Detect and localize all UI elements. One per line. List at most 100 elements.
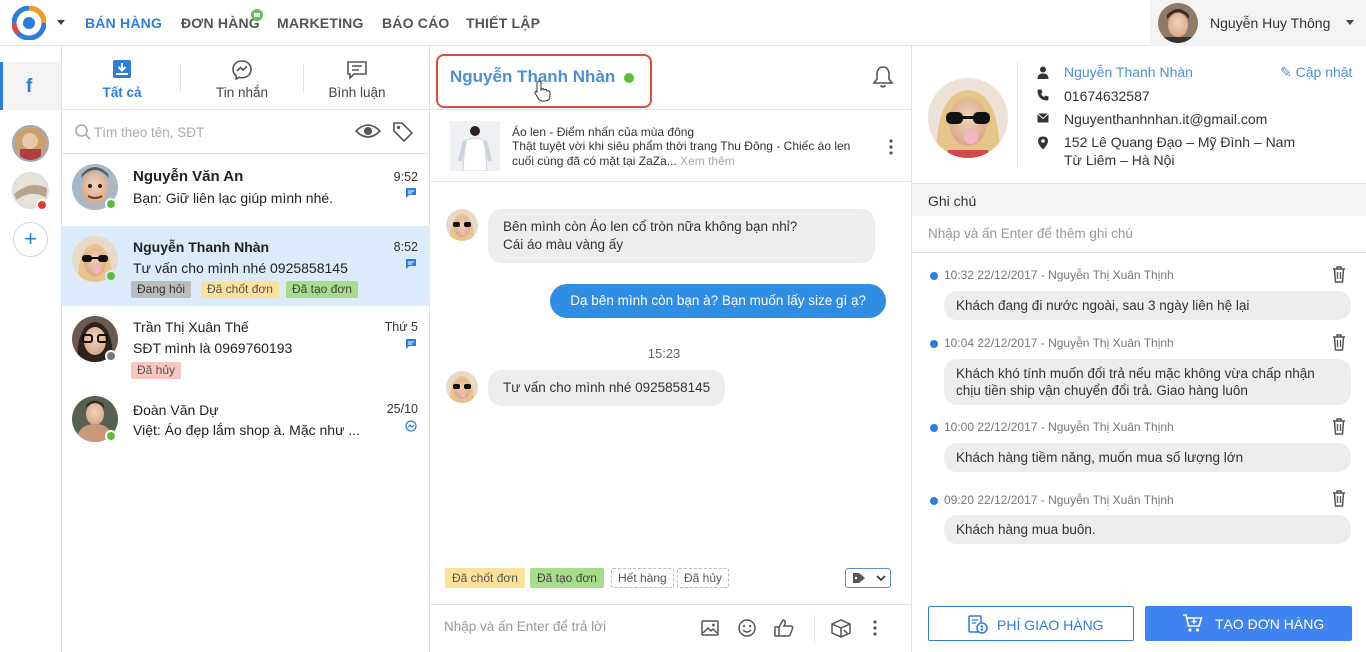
- quick-tag-da-tao-don[interactable]: Đã tạo đơn: [530, 568, 604, 588]
- inbox-icon: [113, 60, 131, 78]
- tag-dang-hoi: Đang hỏi: [131, 281, 192, 298]
- facebook-channel-tab[interactable]: f: [0, 62, 61, 110]
- conversation-time: Thứ 5: [384, 320, 418, 334]
- nav-don-hang[interactable]: ĐƠN HÀNG: [181, 15, 260, 31]
- tab-messages[interactable]: Tin nhắn: [182, 46, 302, 110]
- message-text: Tư vấn cho mình nhé 0925858145: [503, 380, 711, 395]
- product-image: [450, 121, 500, 171]
- update-customer-button[interactable]: ✎ Cập nhật: [1280, 64, 1352, 81]
- user-menu[interactable]: Nguyễn Huy Thông: [1150, 0, 1366, 46]
- user-avatar: [1158, 3, 1198, 43]
- note-input[interactable]: [928, 226, 1348, 241]
- quick-tag-het-hang[interactable]: Hết hàng: [611, 568, 674, 588]
- chat-time-divider: 15:23: [647, 346, 681, 361]
- customer-address-line-1: 152 Lê Quang Đạo – Mỹ Đình – Nam: [1064, 134, 1296, 150]
- search-input[interactable]: [94, 122, 344, 142]
- trash-icon[interactable]: [1330, 489, 1348, 507]
- person-icon: [1037, 66, 1049, 79]
- chat-panel: Nguyễn Thanh Nhàn Áo len - Điểm nhấn của…: [430, 46, 912, 652]
- trash-icon[interactable]: [1330, 417, 1348, 435]
- app-menu-caret-icon[interactable]: [57, 20, 65, 25]
- more-options-icon[interactable]: [872, 618, 878, 638]
- trash-icon[interactable]: [1330, 265, 1348, 283]
- messenger-icon: [232, 60, 252, 81]
- conversation-item[interactable]: Đoàn Văn Dự Việt: Áo đẹp lắm shop à. Mặc…: [62, 392, 430, 456]
- conversation-tabs: Tất cả Tin nhắn Bình luận: [62, 46, 430, 110]
- shipping-fee-label: PHÍ GIAO HÀNG: [997, 617, 1104, 633]
- online-status-dot: [624, 73, 634, 83]
- note-text: Khách hàng tiềm năng, muốn mua số lượng …: [944, 443, 1351, 472]
- conversation-name: Nguyễn Thanh Nhàn: [133, 239, 270, 255]
- eye-icon[interactable]: [355, 122, 381, 140]
- comment-icon: [347, 61, 367, 80]
- quick-tag-da-chot-don[interactable]: Đã chốt đơn: [445, 568, 525, 588]
- customer-name[interactable]: Nguyễn Thanh Nhàn: [1064, 64, 1193, 80]
- product-card[interactable]: Áo len - Điểm nhấn của mùa đông Thật tuy…: [430, 110, 912, 182]
- tag-filter-icon[interactable]: [392, 121, 414, 143]
- customer-phone: 01674632587: [1064, 88, 1150, 104]
- nav-bao-cao[interactable]: BÁO CÁO: [382, 15, 450, 31]
- update-label: Cập nhật: [1295, 64, 1353, 80]
- app-logo[interactable]: [12, 6, 46, 40]
- channel-rail: f +: [0, 46, 62, 652]
- product-description: Thật tuyệt vời khi siêu phẩm thời trang …: [512, 139, 852, 169]
- nav-marketing[interactable]: MARKETING: [277, 15, 364, 31]
- create-order-button[interactable]: TẠO ĐƠN HÀNG: [1145, 606, 1352, 641]
- nav-ban-hang[interactable]: BÁN HÀNG: [85, 15, 162, 31]
- note-text: Khách đang đi nước ngoài, sau 3 ngày liê…: [944, 291, 1351, 320]
- conversation-item[interactable]: Nguyễn Văn An Bạn: Giữ liên lạc giúp mìn…: [62, 154, 430, 234]
- conversation-time: 8:52: [393, 240, 418, 254]
- notes-header: Ghi chú: [912, 183, 1366, 216]
- bell-icon[interactable]: [872, 65, 894, 89]
- messenger-icon: [405, 420, 417, 432]
- page-notification-dot: [36, 199, 48, 211]
- chat-title-highlight[interactable]: Nguyễn Thanh Nhàn: [436, 54, 652, 108]
- nav-thiet-lap[interactable]: THIẾT LẬP: [466, 15, 540, 31]
- conversation-tags: Đã hủy: [131, 362, 231, 379]
- customer-email: Nguyenthanhnhan.it@gmail.com: [1064, 111, 1268, 127]
- product-title: Áo len - Điểm nhấn của mùa đông: [512, 125, 695, 139]
- shipping-fee-button[interactable]: PHÍ GIAO HÀNG: [928, 606, 1134, 641]
- online-status-dot: [105, 198, 117, 210]
- tag-da-huy: Đã hủy: [131, 362, 182, 379]
- customer-message-bubble: Tư vấn cho mình nhé 0925858145: [488, 370, 726, 406]
- tab-all[interactable]: Tất cả: [62, 46, 182, 110]
- note-meta: 09:20 22/12/2017 - Nguyễn Thị Xuân Thịnh: [944, 493, 1174, 507]
- facebook-icon: f: [26, 76, 33, 97]
- tab-messages-label: Tin nhắn: [215, 85, 269, 100]
- add-page-button[interactable]: +: [13, 222, 48, 257]
- order-notification-badge: [251, 9, 263, 21]
- like-icon[interactable]: [773, 618, 795, 638]
- see-more-link[interactable]: Xem thêm: [680, 154, 735, 168]
- user-menu-caret-icon[interactable]: [1346, 20, 1354, 25]
- note-meta: 10:00 22/12/2017 - Nguyễn Thị Xuân Thịnh: [944, 420, 1174, 434]
- more-options-icon[interactable]: [888, 138, 894, 156]
- conversation-name: Trần Thị Xuân Thế: [133, 319, 249, 335]
- location-pin-icon: [1038, 136, 1048, 150]
- offline-status-dot: [105, 350, 117, 362]
- emoji-icon[interactable]: [737, 618, 757, 638]
- page-avatar-1[interactable]: [12, 125, 49, 162]
- chat-customer-name[interactable]: Nguyễn Thanh Nhàn: [450, 67, 615, 87]
- quick-tag-da-huy[interactable]: Đã hủy: [677, 568, 730, 588]
- online-status-dot: [105, 270, 117, 282]
- pencil-icon: ✎: [1280, 64, 1292, 80]
- reply-input[interactable]: [444, 619, 684, 634]
- conversation-preview: Tư vấn cho mình nhé 0925858145: [133, 260, 348, 276]
- tag-picker-dropdown[interactable]: [845, 568, 891, 588]
- message-icon: [406, 259, 416, 269]
- conversation-name: Nguyễn Văn An: [133, 168, 244, 185]
- trash-icon[interactable]: [1330, 333, 1348, 351]
- image-icon[interactable]: [700, 618, 720, 638]
- tab-comments[interactable]: Bình luận: [297, 46, 417, 110]
- email-icon: [1037, 113, 1049, 123]
- customer-divider: [1017, 62, 1018, 166]
- note-text: Khách khó tính muốn đổi trả nếu mặc khôn…: [944, 359, 1351, 405]
- conversation-item-active[interactable]: Nguyễn Thanh Nhàn Tư vấn cho mình nhé 09…: [62, 226, 430, 306]
- shipping-fee-icon: [968, 615, 988, 634]
- chat-header: Nguyễn Thanh Nhàn: [430, 46, 912, 110]
- customer-address-line-2: Từ Liêm – Hà Nội: [1064, 152, 1175, 168]
- note-meta: 10:04 22/12/2017 - Nguyễn Thị Xuân Thịnh: [944, 336, 1174, 350]
- package-icon[interactable]: [830, 618, 852, 638]
- conversation-item[interactable]: Trần Thị Xuân Thế SĐT mình là 0969760193…: [62, 306, 430, 392]
